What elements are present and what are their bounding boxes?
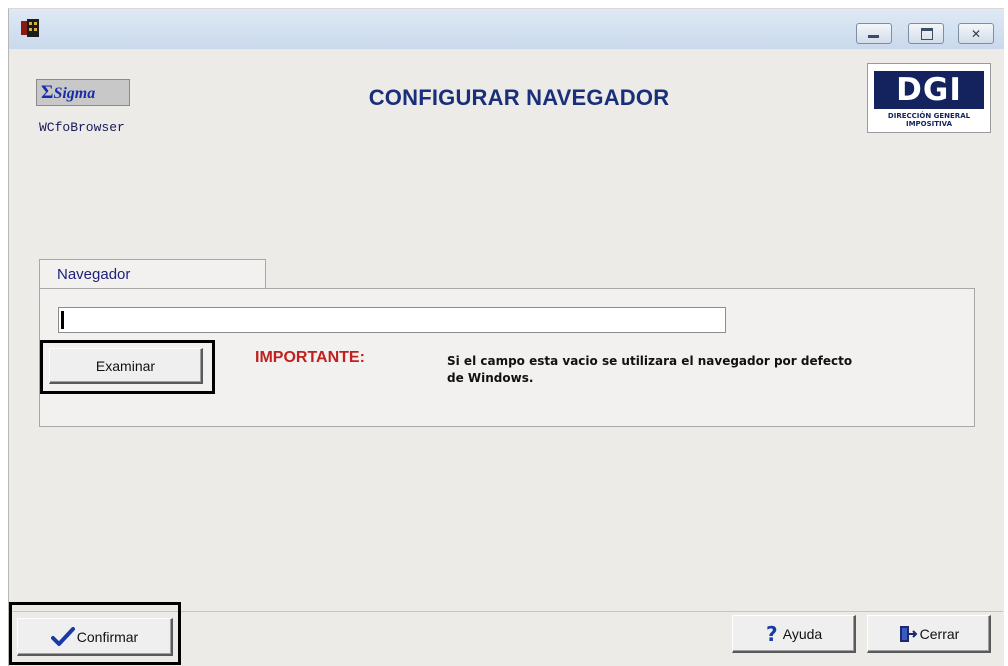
ayuda-button[interactable]: ? Ayuda — [732, 615, 856, 653]
question-mark-icon: ? — [766, 623, 778, 645]
maximize-button[interactable] — [908, 23, 944, 44]
svg-text:?: ? — [766, 623, 778, 645]
confirmar-button[interactable]: Confirmar — [17, 618, 173, 656]
page-title: CONFIGURAR NAVEGADOR — [368, 85, 670, 110]
dgi-logo-subtitle: DIRECCIÓN GENERAL IMPOSITIVA — [887, 112, 971, 128]
ayuda-button-label: Ayuda — [782, 625, 823, 642]
dgi-logo-mark: DGI — [874, 71, 984, 109]
important-label: IMPORTANTE: — [255, 349, 365, 366]
tab-navegador-label: Navegador — [57, 266, 131, 283]
exit-door-icon — [899, 626, 918, 643]
examinar-button-label: Examinar — [95, 357, 156, 374]
browser-path-input[interactable] — [58, 307, 726, 333]
minimize-button[interactable] — [856, 23, 892, 44]
checkmark-icon — [50, 627, 75, 647]
title-bar[interactable]: ✕ — [9, 9, 1004, 49]
sigma-symbol: Σ — [41, 82, 54, 103]
close-icon: ✕ — [970, 26, 982, 41]
cerrar-button[interactable]: Cerrar — [867, 615, 991, 653]
close-window-button[interactable]: ✕ — [958, 23, 994, 44]
important-message: Si el campo esta vacio se utilizara el n… — [447, 354, 853, 385]
maximize-icon — [921, 28, 933, 40]
minimize-icon — [868, 35, 879, 38]
dgi-logo: DGI DIRECCIÓN GENERAL IMPOSITIVA — [867, 63, 991, 133]
confirmar-button-label: Confirmar — [76, 628, 139, 645]
app-window-icon — [21, 19, 39, 37]
cerrar-button-label: Cerrar — [919, 625, 960, 642]
sigma-brand-text: Sigma — [53, 85, 96, 102]
module-name: WCfoBrowser — [39, 120, 125, 135]
tab-navegador[interactable]: Navegador — [39, 259, 266, 289]
text-caret — [61, 311, 64, 329]
sigma-logo: ΣSigma — [36, 79, 130, 106]
dialog-header: ΣSigma WCfoBrowser CONFIGURAR NAVEGADOR … — [9, 49, 1004, 159]
examinar-button[interactable]: Examinar — [49, 348, 203, 384]
